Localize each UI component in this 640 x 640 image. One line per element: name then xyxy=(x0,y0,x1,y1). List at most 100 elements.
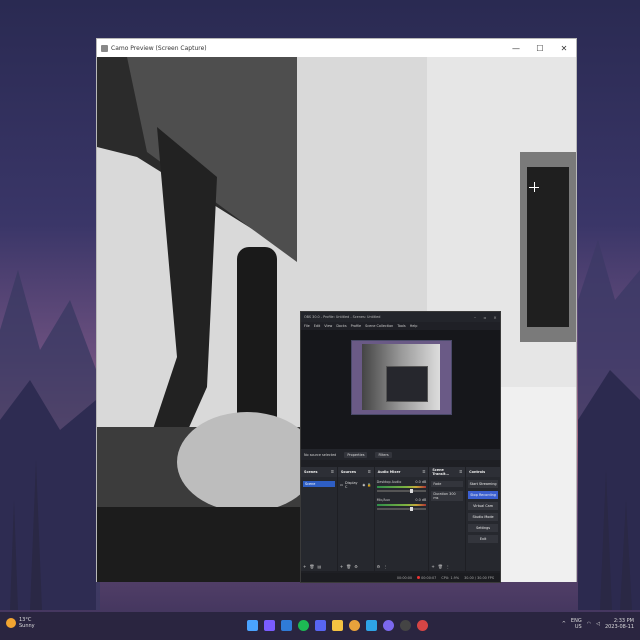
maximize-button[interactable]: ☐ xyxy=(528,39,552,57)
system-tray: ^ ENG US ◠ ◁ 2:33 PM 2023-08-11 xyxy=(562,618,634,630)
obs-status-bar: 00:00:00 00:00:07 CPU: 1.9% 30.00 / 30.0… xyxy=(301,573,500,582)
trash-icon[interactable]: 🗑 xyxy=(346,564,351,569)
controls-title: Controls xyxy=(469,470,486,474)
speaker-icon[interactable]: ◁ xyxy=(596,621,600,627)
sources-dock: Sources ☰ ▭ Display C ◉ 🔒 + 🗑 ⚙ xyxy=(337,467,374,571)
weather-widget[interactable]: 13°C Sunny xyxy=(6,617,35,629)
menu-profile[interactable]: Profile xyxy=(351,324,362,328)
volume-slider-knob[interactable] xyxy=(410,507,414,511)
steam-icon[interactable] xyxy=(366,620,377,631)
volume-slider[interactable] xyxy=(376,507,427,511)
menu-view[interactable]: View xyxy=(324,324,332,328)
app-icon[interactable] xyxy=(383,620,394,631)
menu-scene-collection[interactable]: Scene Collection xyxy=(365,324,393,328)
gear-icon[interactable]: ⚙ xyxy=(354,564,358,569)
volume-slider-knob[interactable] xyxy=(410,489,414,493)
virtual-cam-button[interactable]: Virtual Cam xyxy=(468,502,498,510)
recording-time: 00:00:07 xyxy=(421,575,437,580)
camo-icon[interactable] xyxy=(417,620,428,631)
audio-mixer-dock: Audio Mixer ☰ Desktop Audio 0.0 dB Mic/Aux… xyxy=(374,467,429,571)
preview-nested-obs xyxy=(386,366,428,402)
channel-name: Desktop Audio xyxy=(376,480,402,484)
sources-title: Sources xyxy=(340,470,356,474)
camo-window-title: Camo Preview (Screen Capture) xyxy=(111,44,207,52)
volume-meter xyxy=(376,504,427,506)
transitions-title: Scene Transit... xyxy=(432,468,450,476)
exit-button[interactable]: Exit xyxy=(468,535,498,543)
menu-file[interactable]: File xyxy=(304,324,310,328)
obs-maximize-button[interactable]: ▫ xyxy=(480,315,490,320)
dock-menu-icon[interactable]: ☰ xyxy=(459,470,462,474)
transitions-dock-footer: + 🗑 ⋮ xyxy=(429,562,465,571)
language-indicator[interactable]: ENG US xyxy=(571,618,582,630)
transitions-dock-header: Scene Transit... ☰ xyxy=(429,467,466,477)
vscode-icon[interactable] xyxy=(281,620,292,631)
obs-window[interactable]: OBS 30.0 - Profile: Untitled - Scenes: U… xyxy=(300,311,501,583)
add-icon[interactable]: + xyxy=(303,564,306,569)
more-icon[interactable]: ⋮ xyxy=(446,564,450,569)
obs-preview-area[interactable] xyxy=(301,330,500,456)
channel-name: Mic/Aux xyxy=(376,498,390,502)
taskbar: 13°C Sunny ^ ENG US ◠ ◁ 2:33 PM 2023-08-11 xyxy=(0,612,640,640)
start-icon[interactable] xyxy=(247,620,258,631)
lock-icon[interactable]: 🔒 xyxy=(367,483,371,487)
obs-window-title: OBS 30.0 - Profile: Untitled - Scenes: U… xyxy=(304,315,381,319)
display-icon: ▭ xyxy=(339,483,344,487)
discord-icon[interactable] xyxy=(315,620,326,631)
menu-help[interactable]: Help xyxy=(410,324,418,328)
volume-slider[interactable] xyxy=(376,489,427,493)
controls-dock: Controls Start Streaming Stop Recording … xyxy=(466,467,500,571)
recording-indicator: 00:00:07 xyxy=(417,575,437,580)
gear-icon[interactable]: ⚙ xyxy=(377,564,381,569)
chrome-icon[interactable] xyxy=(349,620,360,631)
menu-edit[interactable]: Edit xyxy=(314,324,321,328)
close-button[interactable]: ✕ xyxy=(552,39,576,57)
source-list-item[interactable]: ▭ Display C ◉ 🔒 xyxy=(340,481,372,489)
trash-icon[interactable]: 🗑 xyxy=(438,564,443,569)
scene-list-item[interactable]: Scene xyxy=(303,481,335,487)
studio-mode-button[interactable]: Studio Mode xyxy=(468,513,498,521)
dock-menu-icon[interactable]: ☰ xyxy=(368,470,371,474)
dock-menu-icon[interactable]: ☰ xyxy=(331,470,334,474)
properties-button[interactable]: Properties xyxy=(344,451,368,458)
clock[interactable]: 2:33 PM 2023-08-11 xyxy=(605,618,634,630)
scenes-title: Scenes xyxy=(304,470,318,474)
stream-time: 00:00:00 xyxy=(396,575,413,580)
stop-recording-button[interactable]: Stop Recording xyxy=(468,491,498,499)
obs-close-button[interactable]: × xyxy=(490,315,500,320)
transition-duration[interactable]: Duration 300 ms xyxy=(431,491,464,501)
camo-titlebar[interactable]: Camo Preview (Screen Capture) — ☐ ✕ xyxy=(97,39,576,57)
eye-icon[interactable]: ◉ xyxy=(362,483,365,487)
filters-button[interactable]: Filters xyxy=(375,451,392,458)
transitions-dock: Scene Transit... ☰ Fade Duration 300 ms +… xyxy=(429,467,466,571)
transition-type-select[interactable]: Fade xyxy=(431,481,464,487)
scenes-dock-footer: + 🗑 ▤ xyxy=(301,562,337,571)
spotify-icon[interactable] xyxy=(298,620,309,631)
file-explorer-icon[interactable] xyxy=(332,620,343,631)
wifi-icon[interactable]: ◠ xyxy=(587,621,591,627)
channel-db: 0.0 dB xyxy=(415,498,427,502)
scenes-dock-header: Scenes ☰ xyxy=(301,467,337,477)
scenes-dock: Scenes ☰ Scene + 🗑 ▤ xyxy=(301,467,337,571)
obs-icon[interactable] xyxy=(400,620,411,631)
settings-button[interactable]: Settings xyxy=(468,524,498,532)
add-icon[interactable]: + xyxy=(431,564,434,569)
mixer-channel-desktop: Desktop Audio 0.0 dB xyxy=(376,480,427,493)
add-icon[interactable]: + xyxy=(340,564,343,569)
filter-icon[interactable]: ▤ xyxy=(317,564,321,569)
more-icon[interactable]: ⋮ xyxy=(383,564,387,569)
start-streaming-button[interactable]: Start Streaming xyxy=(468,480,498,488)
region-code: US xyxy=(574,624,582,630)
chevron-up-icon[interactable]: ^ xyxy=(562,621,566,627)
obs-minimize-button[interactable]: – xyxy=(470,315,480,320)
menu-docks[interactable]: Docks xyxy=(336,324,346,328)
mixer-dock-footer: ⚙ ⋮ xyxy=(375,562,429,571)
minimize-button[interactable]: — xyxy=(504,39,528,57)
record-dot-icon xyxy=(417,575,421,579)
dock-menu-icon[interactable]: ☰ xyxy=(422,470,425,474)
obs-titlebar[interactable]: OBS 30.0 - Profile: Untitled - Scenes: U… xyxy=(301,312,500,322)
visual-studio-icon[interactable] xyxy=(264,620,275,631)
trash-icon[interactable]: 🗑 xyxy=(309,564,314,569)
menu-tools[interactable]: Tools xyxy=(397,324,405,328)
obs-preview-canvas[interactable] xyxy=(351,340,452,415)
